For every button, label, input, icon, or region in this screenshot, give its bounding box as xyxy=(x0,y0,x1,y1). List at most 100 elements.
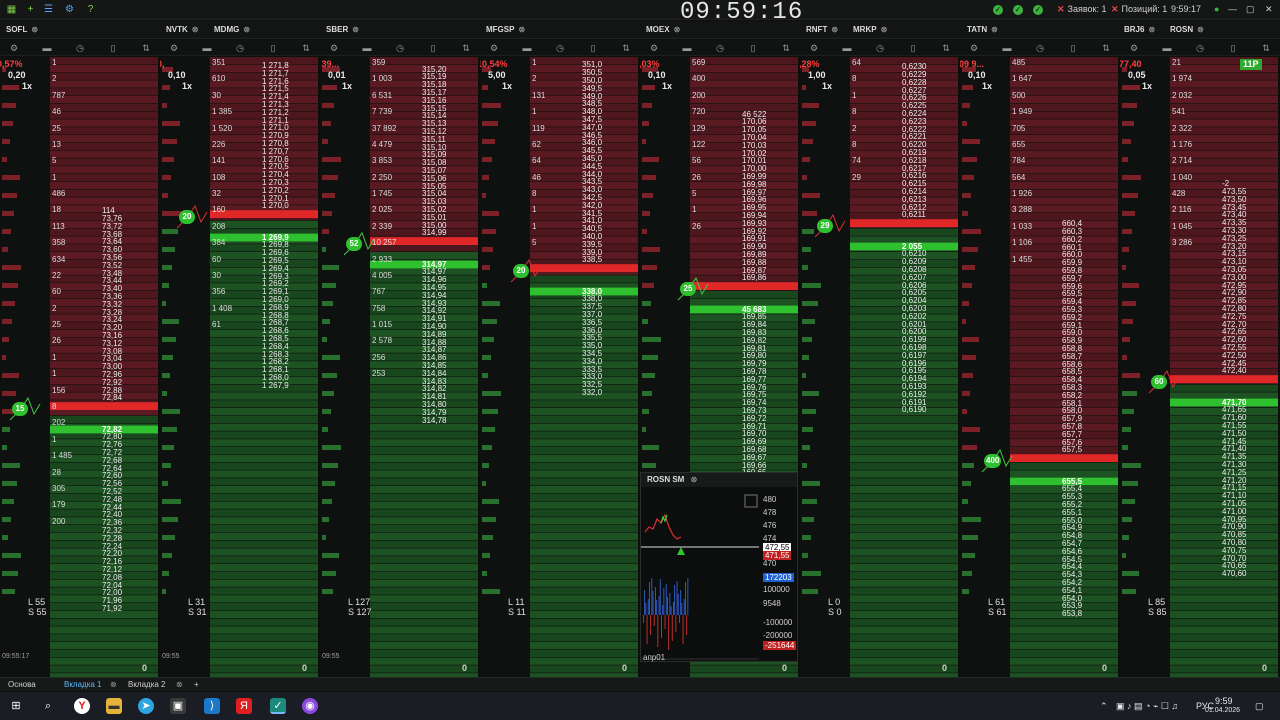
bid-row[interactable] xyxy=(1170,603,1278,611)
bid-row[interactable] xyxy=(370,571,478,579)
ask-row[interactable] xyxy=(50,64,158,72)
bid-row[interactable] xyxy=(530,556,638,564)
bid-row[interactable] xyxy=(690,291,798,299)
bid-row[interactable] xyxy=(210,548,318,556)
ask-row[interactable] xyxy=(1010,150,1118,158)
clock-icon[interactable]: ◷ xyxy=(714,42,726,54)
ask-price[interactable]: 657,5 xyxy=(1062,446,1082,454)
bid-row[interactable] xyxy=(850,454,958,462)
dom-ladder-sber[interactable]: 315,20 315,19 315,18 315,17 315,16 315,15 315,… xyxy=(320,57,478,677)
bid-row[interactable] xyxy=(530,571,638,579)
bid-row[interactable] xyxy=(530,415,638,423)
notification-icon[interactable]: ▢ xyxy=(1255,701,1264,712)
bid-row[interactable] xyxy=(1010,634,1118,642)
ask-price[interactable]: 472,40 xyxy=(1222,367,1246,375)
bid-row[interactable] xyxy=(850,493,958,501)
doc-icon[interactable]: ▯ xyxy=(907,42,919,54)
multiplier[interactable]: 1x xyxy=(22,81,32,92)
bid-row[interactable] xyxy=(850,501,958,509)
bid-row[interactable] xyxy=(210,587,318,595)
best-bid-price[interactable]: 1 269,9 xyxy=(262,233,289,242)
best-ask-row[interactable] xyxy=(50,402,158,410)
bid-row[interactable] xyxy=(50,642,158,650)
ask-price[interactable]: 1 270,0 xyxy=(262,202,289,210)
bid-row[interactable] xyxy=(210,595,318,603)
bid-row[interactable] xyxy=(1170,649,1278,657)
ask-price[interactable]: 72,84 xyxy=(102,394,122,402)
best-bid-price[interactable]: 314,97 xyxy=(422,260,446,269)
close-icon[interactable]: ⊗ xyxy=(991,25,998,34)
bid-row[interactable] xyxy=(850,415,958,423)
position-badge[interactable]: 11P xyxy=(1240,59,1262,70)
print-icon[interactable]: ▬ xyxy=(1001,42,1013,54)
bid-row[interactable] xyxy=(50,618,158,626)
yandex-browser-icon[interactable]: Y xyxy=(74,698,90,714)
bid-row[interactable] xyxy=(530,626,638,634)
clock-icon[interactable]: ◷ xyxy=(1194,42,1206,54)
close-icon[interactable]: ✕ xyxy=(1111,4,1119,14)
bid-row[interactable] xyxy=(50,649,158,657)
print-icon[interactable]: ▬ xyxy=(1161,42,1173,54)
best-bid-price[interactable]: 45 683 xyxy=(742,305,766,314)
best-bid-price[interactable]: 655,5 xyxy=(1062,477,1082,486)
bid-row[interactable] xyxy=(210,564,318,572)
bid-row[interactable] xyxy=(530,595,638,603)
dom-ladder-rosn[interactable]: -2 473,55 473,50 473,45 473,40 473,35 473,30 47… xyxy=(1120,57,1278,677)
settings-icon[interactable]: ⚙ xyxy=(968,42,980,54)
windows-start-icon[interactable]: ⊞ xyxy=(8,698,24,714)
bid-price[interactable]: 314,78 xyxy=(422,416,446,425)
bid-row[interactable] xyxy=(370,447,478,455)
best-ask-row[interactable] xyxy=(530,264,638,272)
dom-ladder-sofl[interactable]: 114 73,76 73,72 73,68 73,64 73,60 73,56 73,52 73… xyxy=(0,57,158,677)
bid-row[interactable] xyxy=(210,431,318,439)
bid-row[interactable] xyxy=(210,220,318,228)
tray-chevron-icon[interactable]: ⌃ xyxy=(1100,701,1108,712)
terminal-app-icon[interactable]: ✓ xyxy=(270,698,286,714)
bid-price[interactable]: 71,92 xyxy=(102,605,122,613)
ticker-tab-sber[interactable]: SBER ⊗ xyxy=(326,25,359,34)
ask-row[interactable] xyxy=(1010,127,1118,135)
bid-row[interactable] xyxy=(210,454,318,462)
bid-row[interactable] xyxy=(530,634,638,642)
ask-row[interactable] xyxy=(50,166,158,174)
bid-row[interactable] xyxy=(370,618,478,626)
bid-row[interactable] xyxy=(530,423,638,431)
bid-row[interactable] xyxy=(850,478,958,486)
bid-row[interactable] xyxy=(210,462,318,470)
bid-row[interactable] xyxy=(530,610,638,618)
bid-row[interactable] xyxy=(530,509,638,517)
bid-row[interactable] xyxy=(1170,587,1278,595)
taskbar-clock[interactable]: 9:59 xyxy=(1215,696,1233,706)
add-tab-button[interactable]: + xyxy=(188,679,205,690)
bid-row[interactable] xyxy=(1010,649,1118,657)
bid-row[interactable] xyxy=(530,618,638,626)
tab-osnova[interactable]: Основа xyxy=(2,679,42,690)
dom-ladder-mdmg[interactable]: 1 271,8 1 271,7 1 271,6 1 271,5 1 271,4 1 271… xyxy=(160,57,318,677)
bid-row[interactable] xyxy=(850,649,958,657)
bid-row[interactable] xyxy=(850,532,958,540)
doc-icon[interactable]: ▯ xyxy=(587,42,599,54)
ask-price[interactable]: 314,99 xyxy=(422,229,446,237)
bid-row[interactable] xyxy=(210,415,318,423)
bid-row[interactable] xyxy=(210,649,318,657)
bid-row[interactable] xyxy=(850,571,958,579)
settings-icon[interactable]: ⚙ xyxy=(8,42,20,54)
close-icon[interactable]: ⊗ xyxy=(1148,25,1155,34)
clock-icon[interactable]: ◷ xyxy=(1034,42,1046,54)
close-icon[interactable]: ⊗ xyxy=(674,25,681,34)
doc-icon[interactable]: ▯ xyxy=(1227,42,1239,54)
sort-icon[interactable]: ⇅ xyxy=(460,42,472,54)
bid-row[interactable] xyxy=(530,540,638,548)
bid-row[interactable] xyxy=(50,626,158,634)
bid-row[interactable] xyxy=(850,548,958,556)
telegram-icon[interactable]: ➤ xyxy=(138,698,154,714)
bid-row[interactable] xyxy=(530,548,638,556)
bid-row[interactable] xyxy=(850,431,958,439)
bid-row[interactable] xyxy=(1170,634,1278,642)
sort-icon[interactable]: ⇅ xyxy=(940,42,952,54)
bid-row[interactable] xyxy=(50,415,158,423)
dom-ladder-mrkp[interactable]: 0,6230 0,6229 0,6228 0,6227 0,6226 0,6225 0,62… xyxy=(800,57,958,677)
bid-row[interactable] xyxy=(530,579,638,587)
bid-row[interactable] xyxy=(210,517,318,525)
bid-row[interactable] xyxy=(850,626,958,634)
